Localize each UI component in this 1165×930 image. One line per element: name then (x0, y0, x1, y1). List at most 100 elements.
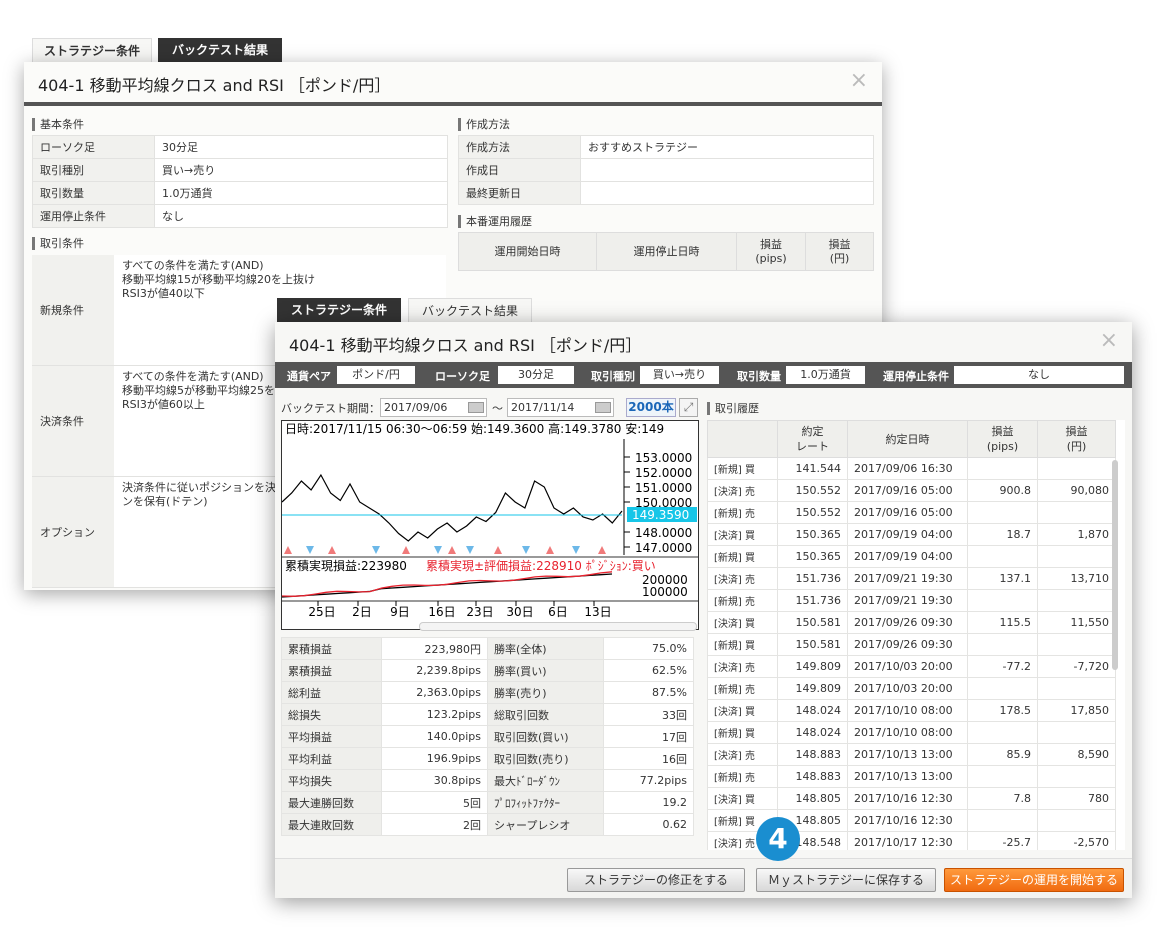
period-from-value: 2017/09/06 (384, 401, 448, 414)
method-label: 最終更新日 (458, 181, 581, 205)
trade-rate: 150.581 (777, 633, 848, 656)
method-label: 作成方法 (458, 135, 581, 159)
trade-side: [決済] 売 (707, 479, 778, 502)
stat-label: 平均利益 (281, 747, 382, 770)
basic-label: 運用停止条件 (32, 204, 155, 228)
trade-pnl-pips (967, 677, 1038, 700)
info-value-pair: ポンド/円 (337, 366, 415, 384)
price-tick-label: 152.0000 (635, 466, 692, 480)
method-value: おすすめストラテジー (580, 135, 874, 159)
stat-value: 123.2pips (381, 703, 488, 726)
stat-label: 総取引回数 (487, 703, 604, 726)
basic-value: 買い→売り (154, 158, 448, 182)
tab-backtest-results[interactable]: バックテスト結果 (408, 298, 532, 322)
trade-row: [新規] 売 149.809 2017/10/03 20:00 (707, 677, 1116, 700)
calendar-icon[interactable] (468, 402, 484, 413)
trade-datetime: 2017/10/16 12:30 (847, 787, 968, 810)
price-tick-label: 153.0000 (635, 451, 692, 465)
stat-value: 0.62 (603, 813, 694, 836)
trade-header: 損益 (円) (1037, 420, 1116, 458)
trade-history-scrollbar[interactable] (1112, 460, 1118, 670)
trade-datetime: 2017/09/19 04:00 (847, 523, 968, 546)
trade-side: [決済] 買 (707, 699, 778, 722)
start-strategy-button[interactable]: ストラテジーの運用を開始する (944, 868, 1124, 892)
basic-label: 取引数量 (32, 181, 155, 205)
basic-conditions-heading: 基本条件 (32, 118, 84, 131)
tab-strategy-conditions[interactable]: ストラテジー条件 (277, 298, 401, 322)
trade-side: [決済] 買 (707, 787, 778, 810)
stat-label: 総利益 (281, 681, 382, 704)
trade-rate: 151.736 (777, 589, 848, 612)
chart-ohlc-header: 日時:2017/11/15 06:30～06:59 始:149.3600 高:1… (285, 421, 664, 436)
backtest-chart[interactable]: 日時:2017/11/15 06:30～06:59 始:149.3600 高:1… (281, 420, 699, 630)
back-tab-backtest-results[interactable]: バックテスト結果 (158, 38, 282, 62)
trade-datetime: 2017/09/21 19:30 (847, 567, 968, 590)
trade-row: [決済] 買 148.805 2017/10/16 12:30 7.8 780 (707, 787, 1116, 810)
chart-horizontal-scrollbar[interactable] (419, 622, 697, 631)
trade-pnl-yen (1037, 633, 1116, 656)
total-pnl-line (281, 571, 613, 597)
stat-label: 勝率(売り) (487, 681, 604, 704)
trade-pnl-yen: 90,080 (1037, 479, 1116, 502)
trade-header (707, 420, 778, 458)
stat-label: 取引回数(買い) (487, 725, 604, 748)
trade-rate: 150.552 (777, 501, 848, 524)
basic-value: 30分足 (154, 135, 448, 159)
trade-pnl-yen (1037, 677, 1116, 700)
sell-marker (522, 546, 530, 554)
method-label: 作成日 (458, 158, 581, 182)
trade-side: [新規] 買 (707, 457, 778, 480)
buy-marker (546, 546, 554, 554)
trade-pnl-yen (1037, 501, 1116, 524)
trade-row: [新規] 売 148.883 2017/10/13 13:00 (707, 765, 1116, 788)
trade-side: [新規] 売 (707, 501, 778, 524)
bar-count-button[interactable]: 2000本 (626, 398, 676, 417)
buy-marker (494, 546, 502, 554)
period-from-input[interactable]: 2017/09/06 (380, 398, 487, 417)
stat-value: 5回 (381, 791, 488, 814)
back-close-icon[interactable]: × (850, 68, 868, 93)
trade-history-list[interactable]: 約定 レート 約定日時 損益 (pips) 損益 (円) [新規] 買 141.5… (707, 420, 1125, 850)
trade-pnl-pips (967, 501, 1038, 524)
edit-strategy-button[interactable]: ストラテジーの修正をする (567, 868, 745, 892)
basic-label: ローソク足 (32, 135, 155, 159)
trade-pnl-yen (1037, 545, 1116, 568)
trade-datetime: 2017/09/26 09:30 (847, 611, 968, 634)
stat-label: 勝率(買い) (487, 659, 604, 682)
trade-side: [新規] 買 (707, 721, 778, 744)
trade-header: 約定日時 (847, 420, 968, 458)
stat-value: 223,980円 (381, 637, 488, 660)
live-history-table: 運用開始日時 運用停止日時 損益 (pips) 損益 (円) (458, 232, 874, 271)
info-label-candle: ローソク足 (435, 370, 490, 383)
trade-header: 損益 (pips) (967, 420, 1038, 458)
condition-label: オプション (32, 477, 114, 587)
trade-pnl-pips: 115.5 (967, 611, 1038, 634)
info-label-pair: 通貨ペア (287, 370, 331, 383)
trade-pnl-pips (967, 765, 1038, 788)
trade-datetime: 2017/10/10 08:00 (847, 721, 968, 744)
stat-value: 75.0% (603, 637, 694, 660)
buy-marker (328, 546, 336, 554)
trade-side: [決済] 売 (707, 655, 778, 678)
total-pnl-label: 累積実現±評価損益:228910 ﾎﾟｼﾞｼｮﾝ:買い (426, 558, 656, 573)
save-my-strategy-button[interactable]: Ｍｙストラテジーに保存する (756, 868, 936, 892)
trade-rate: 150.552 (777, 479, 848, 502)
basic-value: なし (154, 204, 448, 228)
close-icon[interactable]: × (1100, 328, 1118, 353)
calendar-icon[interactable] (595, 402, 611, 413)
trade-pnl-yen: 8,590 (1037, 743, 1116, 766)
trade-rate: 151.736 (777, 567, 848, 590)
trade-rate: 141.544 (777, 457, 848, 480)
stat-label: 最大連敗回数 (281, 813, 382, 836)
trade-markers (284, 546, 606, 554)
back-tab-strategy-conditions[interactable]: ストラテジー条件 (32, 38, 152, 62)
price-tick-label: 151.0000 (635, 481, 692, 495)
sell-marker (372, 546, 380, 554)
stat-value: 19.2 (603, 791, 694, 814)
trade-pnl-pips: 900.8 (967, 479, 1038, 502)
pnl-tick-label: 100000 (642, 585, 688, 599)
expand-icon[interactable]: ⤢ (679, 398, 698, 417)
window-title: 404-1 移動平均線クロス and RSI ［ポンド/円］ (289, 336, 642, 355)
trade-row: [決済] 売 148.883 2017/10/13 13:00 85.9 8,590 (707, 743, 1116, 766)
period-to-input[interactable]: 2017/11/14 (507, 398, 614, 417)
